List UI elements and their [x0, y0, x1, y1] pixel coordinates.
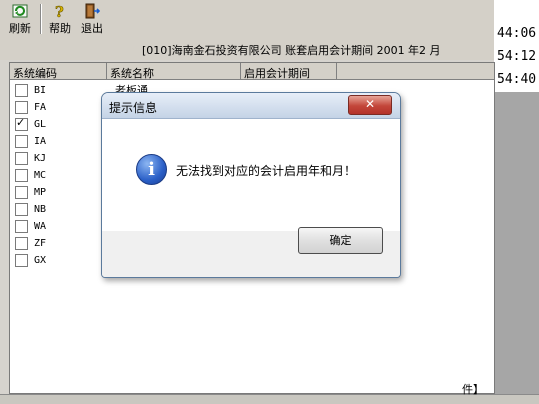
help-button[interactable]: ? 帮助	[49, 0, 71, 36]
system-code: KJ	[34, 153, 47, 164]
list-item[interactable]: FA	[15, 99, 46, 116]
system-code: FA	[34, 102, 47, 113]
ok-button[interactable]: 确定	[298, 227, 383, 254]
row-checkbox[interactable]	[15, 116, 28, 131]
list-item[interactable]: WA	[15, 218, 46, 235]
row-checkbox[interactable]	[15, 254, 28, 267]
background-window-header	[494, 0, 539, 23]
exit-label: 退出	[81, 22, 103, 35]
company-info-text: [010]海南金石投资有限公司 账套启用会计期间 2001 年2 月	[142, 44, 441, 57]
info-icon: i	[136, 154, 167, 185]
row-checkbox[interactable]	[15, 220, 28, 233]
time-entry: 44:06	[497, 26, 537, 41]
system-code: IA	[34, 136, 47, 147]
close-button[interactable]: ✕	[348, 95, 392, 115]
list-item[interactable]: ZF	[15, 235, 46, 252]
list-item[interactable]: GX	[15, 252, 46, 269]
row-checkbox[interactable]	[15, 135, 28, 148]
help-icon: ?	[55, 3, 65, 19]
refresh-label: 刷新	[9, 22, 31, 35]
time-entry: 54:40	[497, 72, 537, 87]
list-item[interactable]: MP	[15, 184, 46, 201]
list-item[interactable]: MC	[15, 167, 46, 184]
row-checkbox[interactable]	[15, 152, 28, 165]
row-checkbox[interactable]	[15, 169, 28, 182]
row-checkbox[interactable]	[15, 237, 28, 250]
column-header-period[interactable]: 启用会计期间	[241, 63, 337, 80]
system-code: NB	[34, 204, 47, 215]
help-label: 帮助	[49, 22, 71, 35]
message-dialog: 提示信息 ✕ i 无法找到对应的会计启用年和月！ 确定	[101, 92, 401, 278]
dialog-message: 无法找到对应的会计启用年和月！	[176, 164, 357, 178]
toolbar-separator	[40, 4, 42, 34]
dialog-title: 提示信息	[109, 101, 158, 115]
list-item[interactable]: BI	[15, 82, 46, 99]
toolbar	[0, 0, 494, 39]
refresh-button[interactable]: 刷新	[9, 0, 31, 36]
system-code: GL	[34, 119, 47, 130]
system-code: MP	[34, 187, 47, 198]
svg-text:?: ?	[55, 3, 64, 19]
system-code: ZF	[34, 238, 47, 249]
refresh-icon	[12, 4, 28, 18]
row-checkbox[interactable]	[15, 84, 28, 97]
list-item[interactable]: KJ	[15, 150, 46, 167]
time-entry: 54:12	[497, 49, 537, 64]
system-code: GX	[34, 255, 47, 266]
close-icon: ✕	[364, 97, 376, 111]
row-checkbox[interactable]	[15, 186, 28, 199]
column-header-code[interactable]: 系统编码	[10, 63, 107, 80]
list-item[interactable]: GL	[15, 116, 46, 133]
bottom-tab[interactable]: 件】	[462, 381, 484, 397]
system-code: BI	[34, 85, 47, 96]
column-header-empty	[337, 63, 494, 80]
exit-door-icon	[85, 3, 100, 19]
list-item[interactable]: NB	[15, 201, 46, 218]
company-info-bar: [010]海南金石投资有限公司 账套启用会计期间 2001 年2 月	[0, 38, 494, 60]
exit-button[interactable]: 退出	[81, 0, 103, 36]
system-code: MC	[34, 170, 47, 181]
row-checkbox[interactable]	[15, 203, 28, 216]
system-code: WA	[34, 221, 47, 232]
list-item[interactable]: IA	[15, 133, 46, 150]
column-header-name[interactable]: 系统名称	[107, 63, 241, 80]
row-checkbox[interactable]	[15, 101, 28, 114]
